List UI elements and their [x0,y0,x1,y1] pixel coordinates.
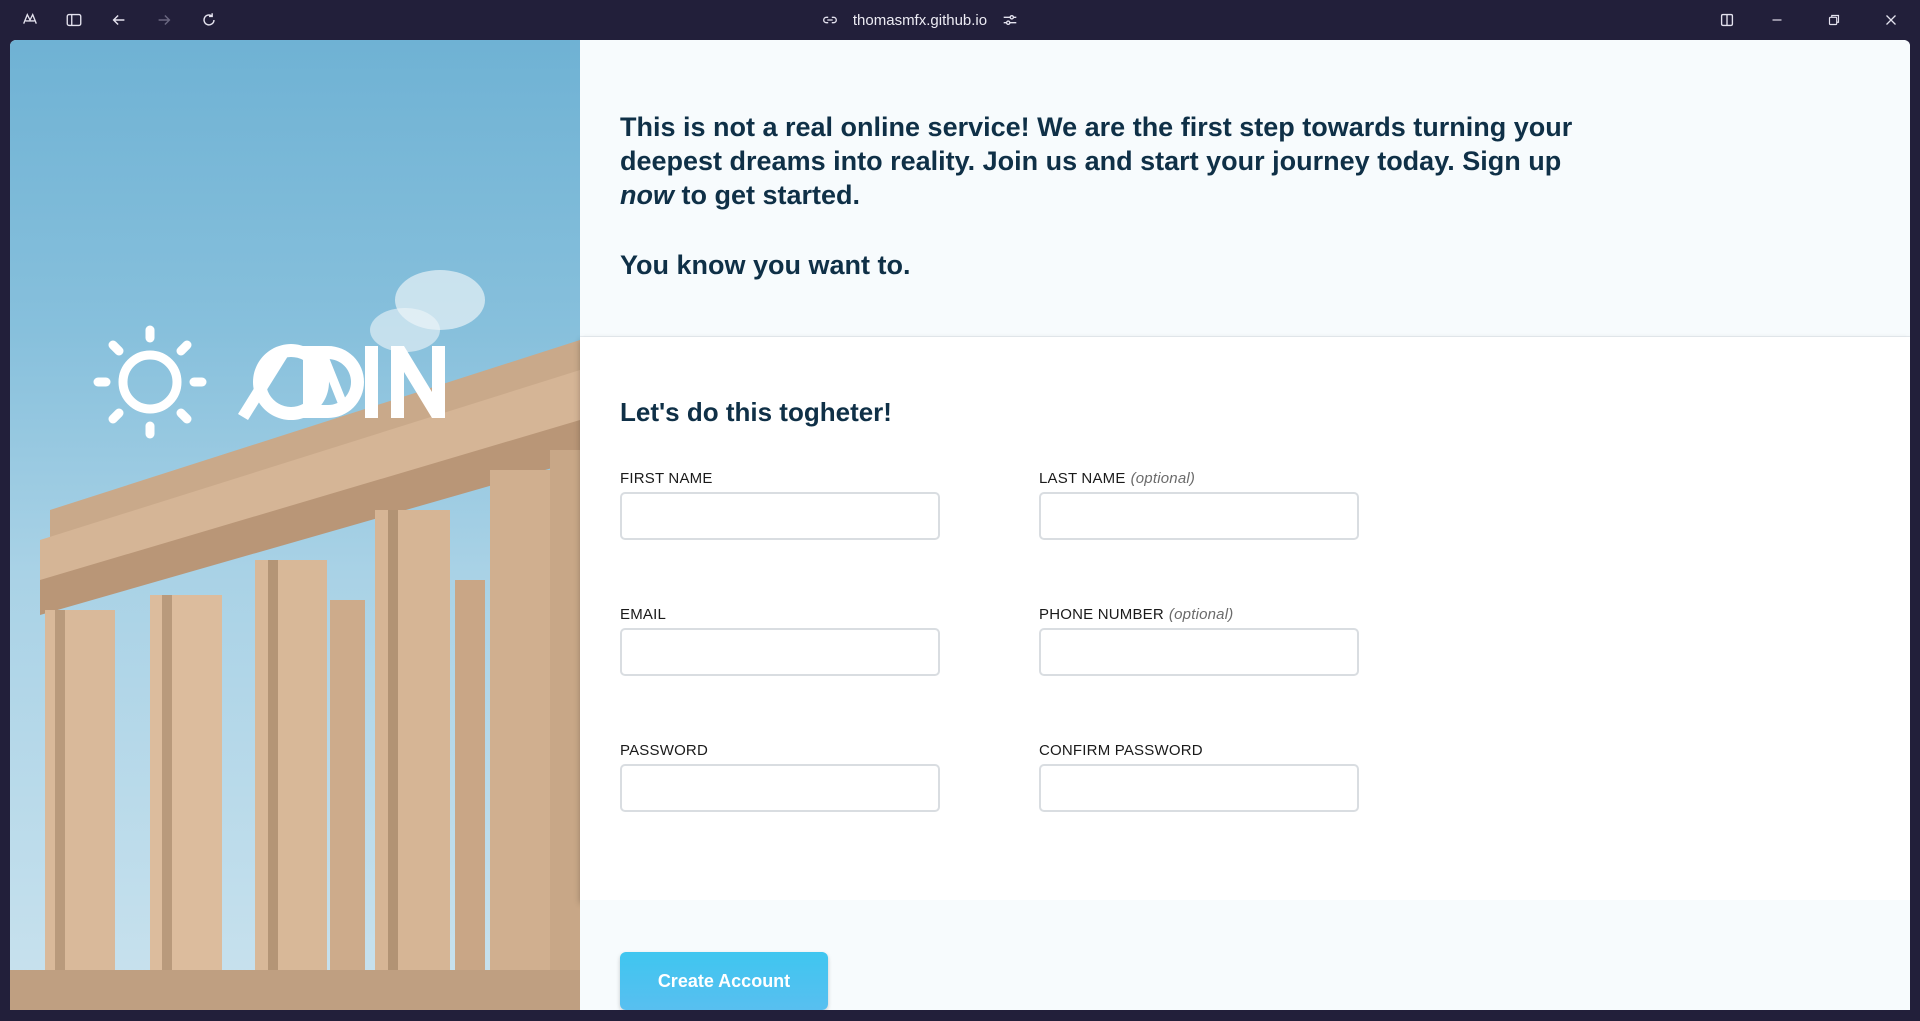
site-settings-icon[interactable] [1001,11,1019,29]
first-name-field-group: FIRST NAME [620,470,940,540]
email-input[interactable] [620,628,940,676]
form-footer: Create Account [580,900,1910,1010]
confirm-password-label: CONFIRM PASSWORD [1039,742,1203,759]
odin-logo [88,310,518,450]
restore-icon[interactable] [1814,0,1854,40]
optional-tag: (optional) [1130,470,1196,487]
phone-input[interactable] [1039,628,1359,676]
last-name-label: LAST NAME (optional) [1039,470,1196,487]
parthenon-image [10,270,580,1010]
phone-label: PHONE NUMBER (optional) [1039,606,1234,623]
link-icon [822,16,837,24]
last-name-field-group: LAST NAME (optional) [1039,470,1359,540]
confirm-password-field-group: CONFIRM PASSWORD [1039,742,1359,812]
sidebar-toggle-icon[interactable] [54,0,94,40]
optional-tag: (optional) [1168,606,1234,623]
password-input[interactable] [620,764,940,812]
minimize-icon[interactable] [1757,0,1797,40]
email-label: EMAIL [620,606,667,623]
close-icon[interactable] [1871,0,1911,40]
browser-titlebar: thomasmfx.github.io [0,0,1920,40]
reload-icon[interactable] [189,0,229,40]
page-viewport: This is not a real online service! We ar… [10,40,1910,1010]
signup-content: This is not a real online service! We ar… [580,40,1910,1010]
forward-arrow-icon[interactable] [144,0,184,40]
hero-image [10,40,580,1010]
intro-paragraph: This is not a real online service! We ar… [620,110,1600,212]
email-field-group: EMAIL [620,606,940,676]
phone-field-group: PHONE NUMBER (optional) [1039,606,1359,676]
confirm-password-input[interactable] [1039,764,1359,812]
browser-logo-icon[interactable] [10,0,50,40]
intro-text-start: This is not a real online service! We ar… [620,112,1573,176]
first-name-input[interactable] [620,492,940,540]
create-account-button[interactable]: Create Account [620,952,828,1010]
tagline: You know you want to. [620,250,911,280]
address-bar[interactable]: thomasmfx.github.io [800,0,1040,40]
password-label: PASSWORD [620,742,708,759]
split-view-icon[interactable] [1707,0,1747,40]
first-name-label: FIRST NAME [620,470,713,487]
back-arrow-icon[interactable] [99,0,139,40]
last-name-input[interactable] [1039,492,1359,540]
intro-emphasis: now [620,180,674,210]
intro-section: This is not a real online service! We ar… [580,40,1910,337]
url-text: thomasmfx.github.io [852,11,988,29]
signup-form: Let's do this togheter! FIRST NAME LAST … [580,337,1910,900]
form-title: Let's do this togheter! [620,397,892,427]
password-field-group: PASSWORD [620,742,940,812]
intro-text-end: to get started. [681,180,861,210]
